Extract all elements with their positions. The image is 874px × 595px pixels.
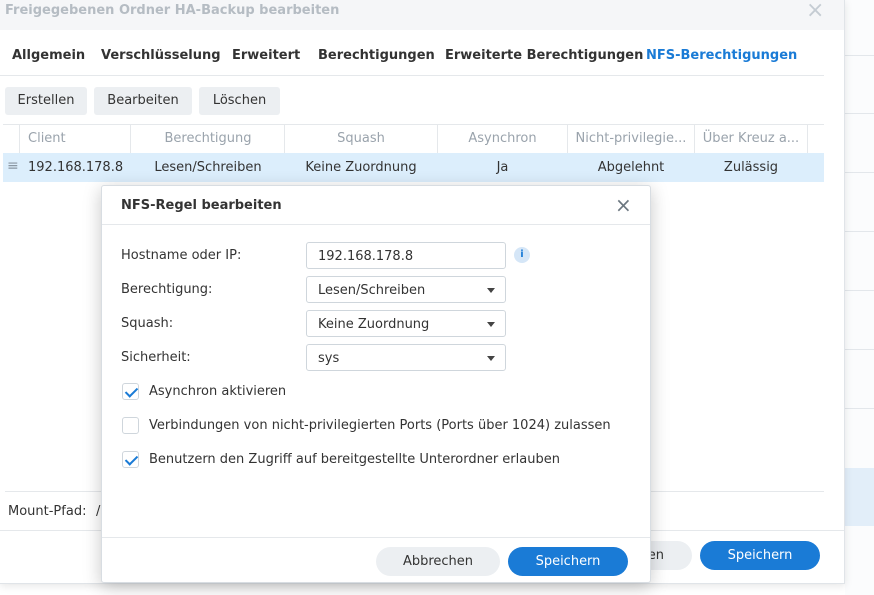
security-select[interactable]: sys xyxy=(306,344,506,371)
check-icon xyxy=(124,452,139,466)
mount-path-value: / xyxy=(96,504,101,519)
dialog-title: Freigegebenen Ordner HA-Backup bearbeite… xyxy=(5,3,340,18)
hostname-label: Hostname oder IP: xyxy=(121,248,242,263)
tab-bar: Allgemein Verschlüsselung Erweitert Bere… xyxy=(0,38,824,76)
cell-client: 192.168.178.8 xyxy=(28,160,124,175)
squash-label: Squash: xyxy=(121,316,174,331)
tab-encryption[interactable]: Verschlüsselung xyxy=(101,48,221,63)
cell-squash: Keine Zuordnung xyxy=(305,160,417,175)
security-value: sys xyxy=(318,351,340,366)
modal-header-divider xyxy=(102,224,650,225)
cell-permission: Lesen/Schreiben xyxy=(154,160,262,175)
background-page xyxy=(845,0,874,595)
tab-permissions[interactable]: Berechtigungen xyxy=(318,48,435,63)
cell-nonpriv: Abgelehnt xyxy=(597,160,665,175)
column-header-client[interactable]: Client xyxy=(20,125,131,153)
chevron-down-icon xyxy=(487,356,495,361)
edit-button[interactable]: Bearbeiten xyxy=(94,87,192,115)
tab-nfs-permissions[interactable]: NFS-Berechtigungen xyxy=(646,48,797,63)
permission-value: Lesen/Schreiben xyxy=(318,283,426,298)
modal-title: NFS-Regel bearbeiten xyxy=(121,198,282,213)
hostname-value: 192.168.178.8 xyxy=(318,249,414,264)
permission-select[interactable]: Lesen/Schreiben xyxy=(306,276,506,303)
save-button[interactable]: Speichern xyxy=(508,547,628,576)
cell-async: Ja xyxy=(496,160,509,175)
permission-label: Berechtigung: xyxy=(121,282,213,297)
column-header-nonpriv[interactable]: Nicht-privilegie... xyxy=(568,125,695,153)
dialog-header: Freigegebenen Ordner HA-Backup bearbeite… xyxy=(0,0,844,30)
table-row[interactable]: ≡ 192.168.178.8 Lesen/Schreiben Keine Zu… xyxy=(3,153,824,182)
mount-path-label: Mount-Pfad: xyxy=(8,504,87,519)
subfolder-access-checkbox-label[interactable]: Benutzern den Zugriff auf bereitgestellt… xyxy=(149,452,560,467)
nonpriv-ports-checkbox[interactable] xyxy=(122,417,139,434)
cell-cross: Zulässig xyxy=(723,160,779,175)
squash-select[interactable]: Keine Zuordnung xyxy=(306,310,506,337)
tab-general[interactable]: Allgemein xyxy=(12,48,85,63)
drag-handle-icon[interactable]: ≡ xyxy=(7,158,19,174)
outer-save-button[interactable]: Speichern xyxy=(700,541,820,570)
create-button[interactable]: Erstellen xyxy=(5,87,87,115)
chevron-down-icon xyxy=(487,322,495,327)
column-header-async[interactable]: Asynchron xyxy=(438,125,568,153)
column-header-permission[interactable]: Berechtigung xyxy=(132,125,285,153)
check-icon xyxy=(124,384,139,398)
async-checkbox-label[interactable]: Asynchron aktivieren xyxy=(149,384,286,399)
nonpriv-ports-checkbox-label[interactable]: Verbindungen von nicht-privilegierten Po… xyxy=(149,418,611,433)
async-checkbox[interactable] xyxy=(122,383,139,400)
cancel-button[interactable]: Abbrechen xyxy=(376,547,500,576)
nfs-rule-modal: NFS-Regel bearbeiten × Hostname oder IP:… xyxy=(101,185,651,583)
subfolder-access-checkbox[interactable] xyxy=(122,451,139,468)
column-header-spacer xyxy=(3,125,20,153)
chevron-down-icon xyxy=(487,288,495,293)
delete-button[interactable]: Löschen xyxy=(199,87,280,115)
column-header-squash[interactable]: Squash xyxy=(285,125,438,153)
hostname-input[interactable]: 192.168.178.8 xyxy=(306,242,506,269)
squash-value: Keine Zuordnung xyxy=(318,317,430,332)
modal-footer-divider xyxy=(102,537,650,538)
info-icon[interactable]: i xyxy=(514,247,530,263)
column-header-cross[interactable]: Über Kreuz a... xyxy=(695,125,808,153)
tab-advanced[interactable]: Erweitert xyxy=(232,48,300,63)
tab-advanced-permissions[interactable]: Erweiterte Berechtigungen xyxy=(445,48,643,63)
close-icon[interactable]: × xyxy=(615,193,632,217)
table-header: Client Berechtigung Squash Asynchron Nic… xyxy=(3,124,824,154)
security-label: Sicherheit: xyxy=(121,350,191,365)
close-icon[interactable]: × xyxy=(806,0,824,23)
